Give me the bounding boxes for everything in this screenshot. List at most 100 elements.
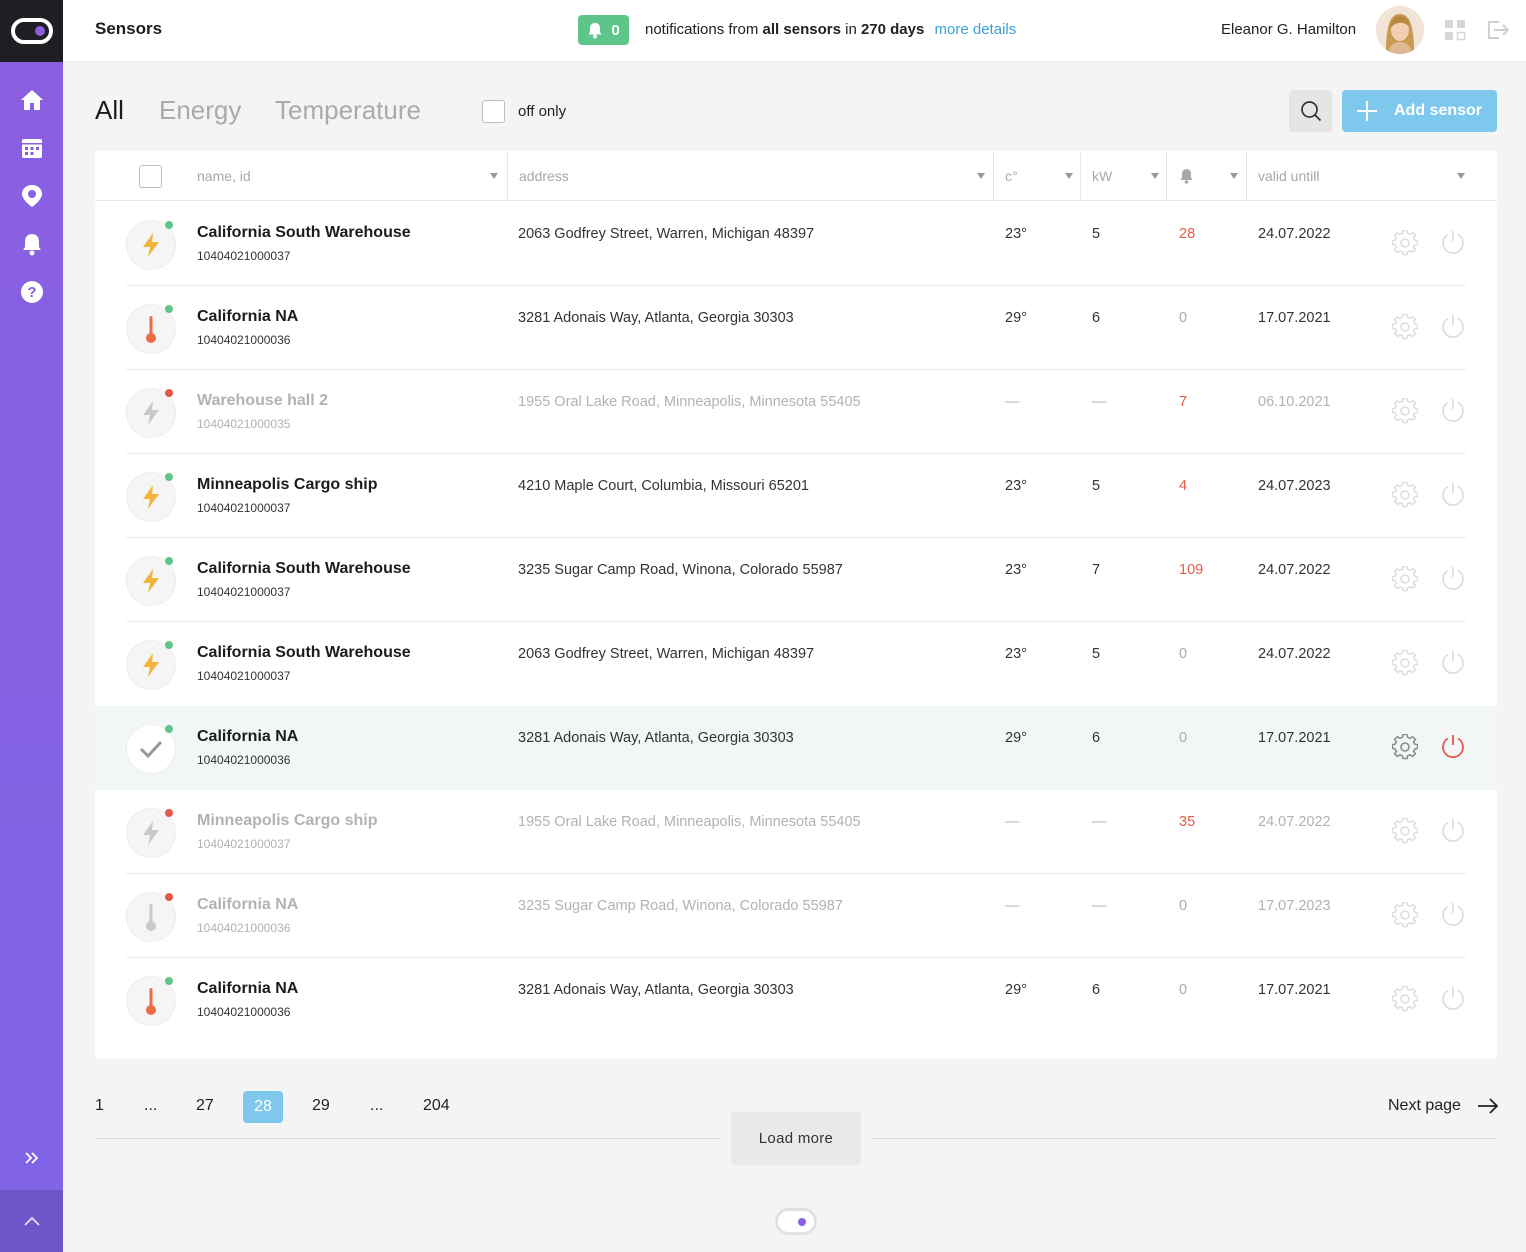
tab-temperature[interactable]: Temperature bbox=[275, 95, 421, 126]
sensor-name[interactable]: California South Warehouse bbox=[197, 560, 411, 578]
next-page-button[interactable]: Next page bbox=[1388, 1097, 1499, 1115]
sensor-notifications[interactable]: 0 bbox=[1179, 898, 1187, 914]
theme-toggle[interactable] bbox=[775, 1208, 817, 1235]
sort-temperature-icon[interactable] bbox=[1065, 173, 1073, 179]
collapse-bottom-button[interactable] bbox=[0, 1190, 63, 1252]
location-pin-icon[interactable] bbox=[19, 183, 44, 208]
table-row[interactable]: California NA 10404021000036 3281 Adonai… bbox=[95, 286, 1497, 370]
table-row[interactable]: California South Warehouse 1040402100003… bbox=[95, 538, 1497, 622]
page-27[interactable]: 27 bbox=[196, 1097, 214, 1115]
sensor-notifications[interactable]: 4 bbox=[1179, 478, 1187, 494]
tab-all[interactable]: All bbox=[95, 95, 124, 126]
tab-energy[interactable]: Energy bbox=[159, 95, 241, 126]
add-sensor-button[interactable]: Add sensor bbox=[1342, 90, 1497, 132]
off-only-checkbox[interactable] bbox=[482, 100, 505, 123]
sensor-name[interactable]: California NA bbox=[197, 980, 298, 998]
power-icon[interactable] bbox=[1440, 985, 1466, 1011]
sort-address-icon[interactable] bbox=[977, 173, 985, 179]
sensor-name[interactable]: California South Warehouse bbox=[197, 224, 411, 242]
power-icon[interactable] bbox=[1440, 313, 1466, 339]
gear-icon[interactable] bbox=[1391, 817, 1419, 844]
sensor-notifications[interactable]: 28 bbox=[1179, 226, 1195, 242]
table-row[interactable]: California NA 10404021000036 3281 Adonai… bbox=[95, 958, 1497, 1042]
bell-icon[interactable] bbox=[19, 231, 44, 256]
gear-icon[interactable] bbox=[1391, 481, 1419, 508]
sensor-valid-until: 24.07.2023 bbox=[1258, 478, 1331, 494]
table-row[interactable]: California South Warehouse 1040402100003… bbox=[95, 622, 1497, 706]
sensor-temperature: 29° bbox=[1005, 310, 1027, 326]
gear-icon[interactable] bbox=[1391, 901, 1419, 928]
sensor-name[interactable]: Minneapolis Cargo ship bbox=[197, 812, 377, 830]
sort-name-icon[interactable] bbox=[490, 173, 498, 179]
search-button[interactable] bbox=[1289, 90, 1332, 132]
sort-notifications-icon[interactable] bbox=[1230, 173, 1238, 179]
grid-icon[interactable] bbox=[1444, 19, 1468, 43]
sensor-name[interactable]: California NA bbox=[197, 728, 298, 746]
page-204[interactable]: 204 bbox=[423, 1097, 450, 1115]
power-icon[interactable] bbox=[1440, 733, 1466, 759]
page-ellipsis: ... bbox=[370, 1097, 384, 1114]
power-icon[interactable] bbox=[1440, 817, 1466, 843]
sensor-id: 10404021000036 bbox=[197, 921, 291, 935]
app-logo[interactable] bbox=[0, 0, 63, 62]
col-address[interactable]: address bbox=[519, 151, 569, 201]
home-icon[interactable] bbox=[19, 87, 44, 112]
table-row[interactable]: Minneapolis Cargo ship 10404021000037 42… bbox=[95, 454, 1497, 538]
status-dot bbox=[165, 893, 173, 901]
gear-icon[interactable] bbox=[1391, 985, 1419, 1012]
power-icon[interactable] bbox=[1440, 229, 1466, 255]
sensor-notifications[interactable]: 109 bbox=[1179, 562, 1203, 578]
gear-icon[interactable] bbox=[1391, 313, 1419, 340]
gear-icon[interactable] bbox=[1391, 733, 1419, 760]
sort-kw-icon[interactable] bbox=[1151, 173, 1159, 179]
gear-icon[interactable] bbox=[1391, 565, 1419, 592]
sensor-notifications[interactable]: 35 bbox=[1179, 814, 1195, 830]
table-row[interactable]: California South Warehouse 1040402100003… bbox=[95, 202, 1497, 286]
plus-icon bbox=[1357, 101, 1377, 121]
sensor-notifications[interactable]: 0 bbox=[1179, 982, 1187, 998]
power-icon[interactable] bbox=[1440, 649, 1466, 675]
power-icon[interactable] bbox=[1440, 481, 1466, 507]
notification-badge[interactable]: 0 bbox=[578, 15, 629, 45]
sensor-name[interactable]: California South Warehouse bbox=[197, 644, 411, 662]
select-all-checkbox[interactable] bbox=[139, 165, 162, 188]
page-29[interactable]: 29 bbox=[312, 1097, 330, 1115]
sensor-notifications[interactable]: 0 bbox=[1179, 646, 1187, 662]
calendar-icon[interactable] bbox=[19, 135, 44, 160]
logout-icon[interactable] bbox=[1486, 19, 1510, 43]
status-dot bbox=[165, 641, 173, 649]
user-name[interactable]: Eleanor G. Hamilton bbox=[1221, 21, 1356, 38]
power-icon[interactable] bbox=[1440, 397, 1466, 423]
table-row[interactable]: California NA 10404021000036 3281 Adonai… bbox=[95, 706, 1497, 790]
help-icon[interactable]: ? bbox=[19, 279, 44, 304]
col-kw[interactable]: kW bbox=[1092, 151, 1112, 201]
more-details-link[interactable]: more details bbox=[935, 21, 1017, 38]
power-icon[interactable] bbox=[1440, 901, 1466, 927]
page-28-current[interactable]: 28 bbox=[243, 1091, 283, 1123]
table-row[interactable]: Minneapolis Cargo ship 10404021000037 19… bbox=[95, 790, 1497, 874]
table-row[interactable]: California NA 10404021000036 3235 Sugar … bbox=[95, 874, 1497, 958]
sort-valid-until-icon[interactable] bbox=[1457, 173, 1465, 179]
col-name[interactable]: name, id bbox=[197, 151, 251, 201]
table-row[interactable]: Warehouse hall 2 10404021000035 1955 Ora… bbox=[95, 370, 1497, 454]
col-temperature[interactable]: c° bbox=[1005, 151, 1018, 201]
sensor-name[interactable]: Warehouse hall 2 bbox=[197, 392, 328, 410]
gear-icon[interactable] bbox=[1391, 649, 1419, 676]
sensor-notifications[interactable]: 7 bbox=[1179, 394, 1187, 410]
power-icon[interactable] bbox=[1440, 565, 1466, 591]
col-notifications[interactable] bbox=[1179, 151, 1194, 201]
sensor-notifications[interactable]: 0 bbox=[1179, 310, 1187, 326]
page-1[interactable]: 1 bbox=[95, 1097, 104, 1115]
sensor-name[interactable]: California NA bbox=[197, 308, 298, 326]
gear-icon[interactable] bbox=[1391, 229, 1419, 256]
sensor-notifications[interactable]: 0 bbox=[1179, 730, 1187, 746]
sensor-name[interactable]: Minneapolis Cargo ship bbox=[197, 476, 377, 494]
status-dot bbox=[165, 389, 173, 397]
expand-sidebar-icon[interactable] bbox=[22, 1148, 42, 1168]
col-valid-until[interactable]: valid untill bbox=[1258, 151, 1319, 201]
sensor-valid-until: 17.07.2021 bbox=[1258, 730, 1331, 746]
avatar[interactable] bbox=[1376, 6, 1424, 54]
sensor-name[interactable]: California NA bbox=[197, 896, 298, 914]
gear-icon[interactable] bbox=[1391, 397, 1419, 424]
load-more-button[interactable]: Load more bbox=[731, 1112, 861, 1165]
